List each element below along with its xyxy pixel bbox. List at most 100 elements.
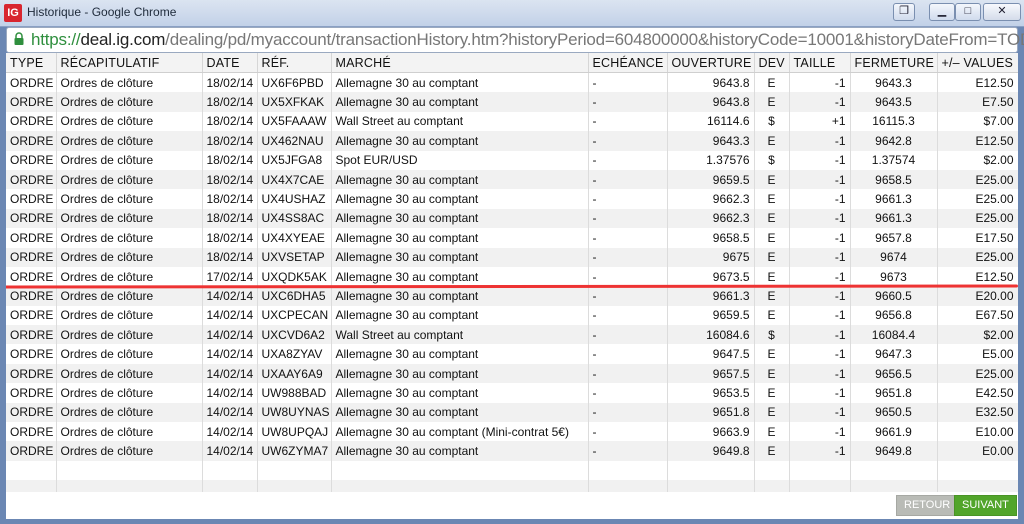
col-currency-cell: E [754, 422, 790, 442]
col-pnl-cell: E20.00 [937, 286, 1018, 306]
col-market-cell: Allemagne 30 au comptant [331, 266, 589, 287]
table-row: ORDRE Ordres de clôture 18/02/14 UX5XFKAK Al… [6, 92, 1018, 112]
col-type-cell: ORDRE [6, 266, 57, 287]
table-row: ORDRE Ordres de clôture 14/02/14 UXCVD6A2 Wa… [6, 325, 1018, 345]
empty-cell [331, 460, 589, 481]
col-close-cell: 9651.8 [850, 383, 938, 403]
col-summary-cell: Ordres de clôture [56, 383, 203, 403]
col-size-cell: -1 [789, 441, 851, 461]
col-date-cell: 14/02/14 [202, 402, 258, 423]
url-host: deal.ig.com [80, 30, 166, 49]
col-open-cell: 9651.8 [667, 402, 755, 423]
col-type-cell: ORDRE [6, 228, 57, 248]
col-size-header: TAILLE [789, 53, 851, 73]
col-type-cell: ORDRE [6, 286, 57, 306]
col-summary-cell: Ordres de clôture [56, 305, 203, 326]
col-close-cell: 9642.8 [850, 131, 938, 151]
col-close-cell: 9674 [850, 247, 938, 267]
col-expiry-cell: - [588, 402, 668, 423]
table-row: ORDRE Ordres de clôture 14/02/14 UW988BAD Al… [6, 383, 1018, 403]
col-size-cell: -1 [789, 228, 851, 248]
col-open-cell: 9663.9 [667, 422, 755, 442]
col-open-cell: 16084.6 [667, 325, 755, 345]
window-title: Historique - Google Chrome [27, 5, 177, 19]
col-date-cell: 18/02/14 [202, 150, 258, 170]
col-expiry-cell: - [588, 92, 668, 112]
col-date-cell: 18/02/14 [202, 131, 258, 151]
col-pnl-cell: E12.50 [937, 131, 1018, 151]
col-pnl-cell: E42.50 [937, 383, 1018, 403]
table-row: ORDRE Ordres de clôture 18/02/14 UX4SS8AC Al… [6, 208, 1018, 229]
col-ref-cell: UXCVD6A2 [257, 325, 332, 345]
col-ref-cell: UXQDK5AK [257, 266, 332, 287]
col-pnl-cell: $2.00 [937, 325, 1018, 345]
col-currency-cell: E [754, 72, 790, 93]
col-date-cell: 18/02/14 [202, 228, 258, 248]
url-text[interactable]: https://deal.ig.com/dealing/pd/myaccount… [31, 30, 1024, 50]
col-expiry-cell: - [588, 266, 668, 287]
back-button[interactable]: RETOUR [896, 495, 959, 516]
address-bar[interactable]: https://deal.ig.com/dealing/pd/myaccount… [6, 27, 1024, 53]
col-pnl-cell: E25.00 [937, 363, 1018, 384]
table-row: ORDRE Ordres de clôture 14/02/14 UW8UYNAS Al… [6, 402, 1018, 423]
col-date-cell: 14/02/14 [202, 344, 258, 364]
col-ref-cell: UXAAY6A9 [257, 363, 332, 384]
col-ref-cell: UX4SS8AC [257, 208, 332, 229]
table-header-row: TYPE RÉCAPITULATIF DATE RÉF. MARCHÉ ECHÉANCE O… [6, 53, 1018, 73]
col-expiry-cell: - [588, 111, 668, 132]
col-pnl-header: +/– VALUES [937, 53, 1018, 73]
col-ref-cell: UX4XYEAE [257, 228, 332, 248]
col-pnl-cell: E25.00 [937, 189, 1018, 209]
col-date-cell: 14/02/14 [202, 383, 258, 403]
col-currency-cell: E [754, 247, 790, 267]
col-summary-cell: Ordres de clôture [56, 363, 203, 384]
col-size-cell: -1 [789, 363, 851, 384]
col-ref-cell: UXCPECAN [257, 305, 332, 326]
col-currency-cell: E [754, 228, 790, 248]
col-size-cell: -1 [789, 92, 851, 112]
col-currency-cell: E [754, 92, 790, 112]
col-type-cell: ORDRE [6, 422, 57, 442]
col-summary-cell: Ordres de clôture [56, 286, 203, 306]
col-size-cell: -1 [789, 383, 851, 403]
col-open-cell: 9643.3 [667, 131, 755, 151]
col-size-cell: -1 [789, 286, 851, 306]
col-summary-cell: Ordres de clôture [56, 266, 203, 287]
next-button[interactable]: SUIVANT [954, 495, 1017, 516]
col-expiry-cell: - [588, 247, 668, 267]
minimize-button[interactable]: ▁ [929, 3, 955, 21]
col-market-cell: Allemagne 30 au comptant [331, 286, 589, 306]
col-close-cell: 9661.3 [850, 208, 938, 229]
col-open-cell: 9662.3 [667, 189, 755, 209]
table-row: ORDRE Ordres de clôture 18/02/14 UX4X7CAE Al… [6, 169, 1018, 190]
title-bar: IG Historique - Google Chrome ❐ ▁ □ ✕ [0, 0, 1024, 27]
col-expiry-cell: - [588, 131, 668, 151]
col-date-cell: 18/02/14 [202, 247, 258, 267]
empty-cell [257, 460, 332, 481]
col-close-cell: 9673 [850, 266, 938, 287]
col-ref-cell: UW6ZYMA7 [257, 441, 332, 461]
col-date-cell: 14/02/14 [202, 441, 258, 461]
table-row: ORDRE Ordres de clôture 17/02/14 UXQDK5AK Al… [6, 266, 1018, 287]
col-expiry-cell: - [588, 383, 668, 403]
ig-app-icon: IG [4, 4, 22, 22]
col-pnl-cell: E7.50 [937, 92, 1018, 112]
col-ref-cell: UX5FAAAW [257, 111, 332, 132]
restore-icon[interactable]: ❐ [893, 3, 915, 21]
col-open-cell: 1.37576 [667, 150, 755, 170]
maximize-button[interactable]: □ [955, 3, 981, 21]
col-type-cell: ORDRE [6, 402, 57, 423]
col-summary-cell: Ordres de clôture [56, 422, 203, 442]
col-ref-cell: UX6F6PBD [257, 72, 332, 93]
col-type-cell: ORDRE [6, 363, 57, 384]
table-row: ORDRE Ordres de clôture 18/02/14 UX6F6PBD Al… [6, 72, 1018, 93]
col-ref-cell: UXC6DHA5 [257, 286, 332, 306]
col-expiry-header: ECHÉANCE [588, 53, 668, 73]
table-row: ORDRE Ordres de clôture 14/02/14 UXCPECAN Al… [6, 305, 1018, 326]
col-market-header: MARCHÉ [331, 53, 589, 73]
close-button[interactable]: ✕ [983, 3, 1021, 21]
table-row: ORDRE Ordres de clôture 14/02/14 UXC6DHA5 Al… [6, 286, 1018, 306]
col-size-cell: -1 [789, 189, 851, 209]
col-currency-cell: E [754, 383, 790, 403]
col-ref-cell: UX5XFKAK [257, 92, 332, 112]
